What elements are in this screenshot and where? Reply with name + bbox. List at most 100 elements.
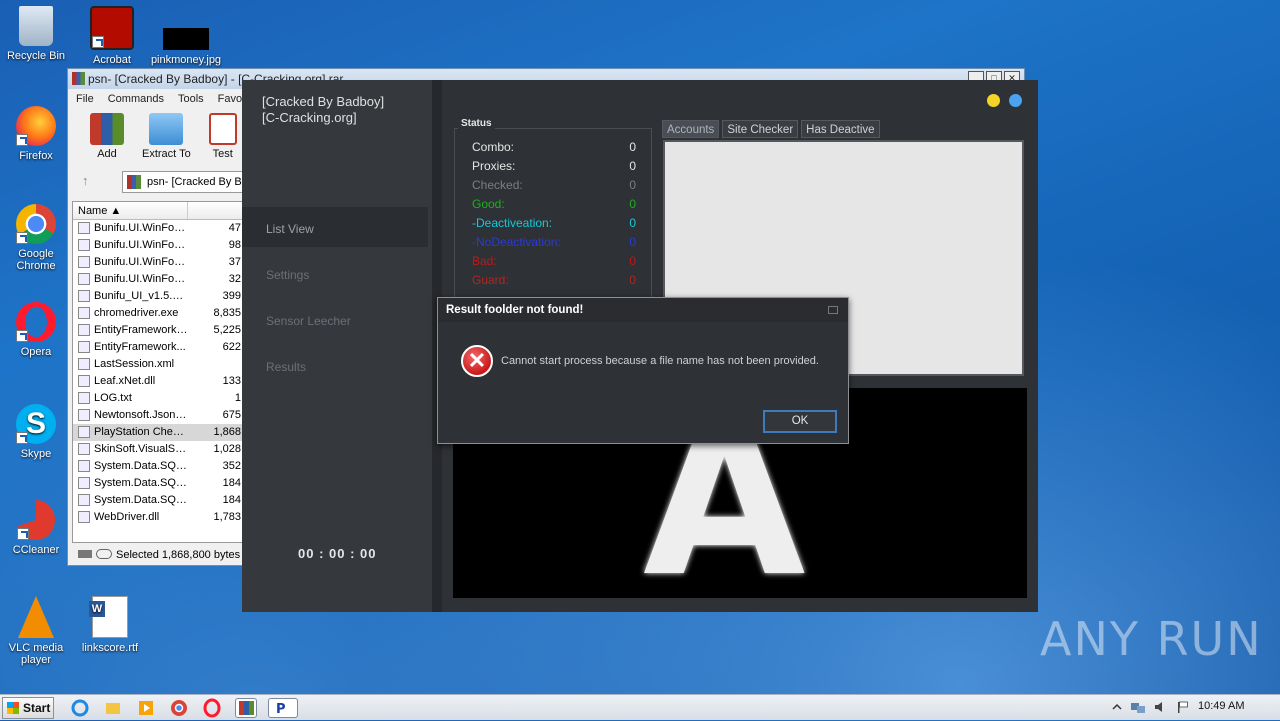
winrar-status-bar: Selected 1,868,800 bytes — [72, 545, 244, 565]
elapsed-timer: 00 : 00 : 00 — [298, 546, 377, 561]
file-name: Newtonsoft.Json.dll — [94, 409, 188, 421]
file-row[interactable]: EntityFramework... 622 — [73, 339, 243, 356]
skype-logo-icon: S — [16, 404, 56, 444]
stat-label: Bad: — [472, 254, 497, 268]
start-button[interactable]: Start — [2, 697, 54, 719]
status-title: Status — [458, 118, 495, 129]
close-dot-button[interactable] — [1009, 94, 1022, 107]
winrar-taskbar-icon[interactable] — [235, 698, 257, 718]
volume-icon[interactable] — [1154, 701, 1168, 713]
word-document-icon: W — [89, 596, 128, 638]
file-row[interactable]: LOG.txt 1 — [73, 390, 243, 407]
file-list-header: Name ▲ — [73, 202, 243, 220]
file-row[interactable]: System.Data.SQLite... 184 — [73, 475, 243, 492]
firefox-icon[interactable]: Firefox — [0, 106, 72, 162]
stat-row: Guard: 0 — [472, 271, 636, 289]
file-row[interactable]: WebDriver.dll 1,783 — [73, 509, 243, 526]
stat-value: 0 — [629, 178, 636, 192]
file-row[interactable]: Newtonsoft.Json.dll 675 — [73, 407, 243, 424]
skype-icon[interactable]: S Skype — [0, 404, 72, 460]
ok-button[interactable]: OK — [763, 410, 837, 433]
stat-row: Proxies: 0 — [472, 157, 636, 175]
column-size[interactable] — [188, 202, 243, 219]
stat-value: 0 — [629, 216, 636, 230]
ie-taskbar-icon[interactable] — [70, 698, 92, 718]
file-size: 399 — [222, 290, 241, 302]
file-row[interactable]: Bunifu.UI.WinForms... 37 — [73, 254, 243, 271]
action-center-flag-icon[interactable] — [1176, 701, 1190, 713]
linkscore-file-icon[interactable]: W linkscore.rtf — [74, 596, 146, 654]
opera-logo-icon — [16, 302, 56, 342]
chrome-taskbar-icon[interactable] — [169, 698, 191, 718]
test-button[interactable]: Test — [208, 113, 237, 167]
stat-label: Checked: — [472, 178, 523, 192]
ccleaner-icon[interactable]: CCleaner — [0, 500, 72, 556]
file-row[interactable]: PlayStation Checker.exe 1,868 — [73, 424, 243, 441]
file-row[interactable]: chromedriver.exe 8,835 — [73, 305, 243, 322]
opera-icon[interactable]: Opera — [0, 302, 72, 358]
add-button[interactable]: Add — [90, 113, 124, 167]
file-icon — [78, 222, 90, 234]
tab-has-deactive[interactable]: Has Deactive — [801, 120, 880, 138]
stat-row: -NoDeactivation: 0 — [472, 233, 636, 251]
file-row[interactable]: Bunifu.UI.WinForms... 98 — [73, 237, 243, 254]
brand-line-2: [C-Cracking.org] — [262, 110, 357, 125]
file-name: EntityFramework... — [94, 341, 186, 353]
stat-label: -NoDeactivation: — [472, 235, 561, 249]
file-row[interactable]: Leaf.xNet.dll 133 — [73, 373, 243, 390]
file-icon — [78, 443, 90, 455]
explorer-taskbar-icon[interactable] — [103, 698, 125, 718]
file-row[interactable]: SkinSoft.VisualStyler.dll 1,028 — [73, 441, 243, 458]
playstation-taskbar-icon[interactable]: P — [268, 698, 298, 718]
nav-sensor-leecher[interactable]: Sensor Leecher — [242, 299, 428, 339]
dialog-close-button[interactable] — [828, 306, 838, 314]
file-name: chromedriver.exe — [94, 307, 179, 319]
file-name: EntityFramework.dll — [94, 324, 188, 336]
desktop-icon-label: pinkmoney.jpg — [150, 54, 222, 66]
stat-value: 0 — [629, 140, 636, 154]
add-label: Add — [97, 148, 117, 160]
media-player-taskbar-icon[interactable] — [136, 698, 158, 718]
file-row[interactable]: LastSession.xml — [73, 356, 243, 373]
show-hidden-icons[interactable] — [1110, 701, 1124, 713]
file-row[interactable]: EntityFramework.dll 5,225 — [73, 322, 243, 339]
menu-file[interactable]: File — [76, 89, 94, 109]
opera-taskbar-icon[interactable] — [202, 698, 224, 718]
tab-site-checker[interactable]: Site Checker — [722, 120, 799, 138]
file-row[interactable]: Bunifu.UI.WinForms... 47 — [73, 220, 243, 237]
stat-row: Checked: 0 — [472, 176, 636, 194]
network-icon[interactable] — [1130, 701, 1145, 713]
file-list[interactable]: Name ▲ Bunifu.UI.WinForms...47Bunifu.UI.… — [72, 201, 244, 543]
checklist-icon — [208, 113, 237, 145]
path-field[interactable]: psn- [Cracked By Badboy] — [122, 171, 252, 193]
file-name: System.Data.SQLite... — [94, 477, 188, 489]
file-row[interactable]: System.Data.SQLite... 352 — [73, 458, 243, 475]
file-size: 133 — [222, 375, 241, 387]
nav-settings[interactable]: Settings — [242, 253, 428, 293]
pinkmoney-file-icon[interactable]: pinkmoney.jpg — [150, 6, 222, 66]
error-dialog[interactable]: Result foolder not found! ✕ Cannot start… — [437, 297, 849, 444]
menu-tools[interactable]: Tools — [178, 89, 204, 109]
file-name: LOG.txt — [94, 392, 132, 404]
svg-text:P: P — [276, 702, 286, 717]
vlc-icon[interactable]: VLC media player — [0, 596, 72, 666]
file-name: Bunifu.UI.WinForms... — [94, 256, 188, 268]
file-row[interactable]: Bunifu_UI_v1.5.3.dll 399 — [73, 288, 243, 305]
file-name: Bunifu_UI_v1.5.3.dll — [94, 290, 188, 302]
taskbar-clock[interactable]: 10:49 AM — [1198, 700, 1244, 712]
tab-accounts[interactable]: Accounts — [662, 120, 720, 138]
acrobat-icon[interactable]: Acrobat — [76, 6, 148, 66]
minimize-dot-button[interactable] — [987, 94, 1000, 107]
menu-commands[interactable]: Commands — [108, 89, 164, 109]
file-name: Bunifu.UI.WinForms... — [94, 239, 188, 251]
extract-to-button[interactable]: Extract To — [142, 113, 191, 167]
recycle-bin-icon[interactable]: Recycle Bin — [0, 6, 72, 62]
nav-list-view[interactable]: List View — [242, 207, 428, 247]
column-name[interactable]: Name ▲ — [73, 202, 188, 219]
file-row[interactable]: Bunifu.UI.WinForms... 32 — [73, 271, 243, 288]
file-row[interactable]: System.Data.SQLite... 184 — [73, 492, 243, 509]
file-name: System.Data.SQLite... — [94, 494, 188, 506]
chrome-icon[interactable]: Google Chrome — [0, 204, 72, 272]
up-arrow-icon[interactable]: ↑ — [82, 173, 89, 188]
nav-results[interactable]: Results — [242, 345, 428, 385]
